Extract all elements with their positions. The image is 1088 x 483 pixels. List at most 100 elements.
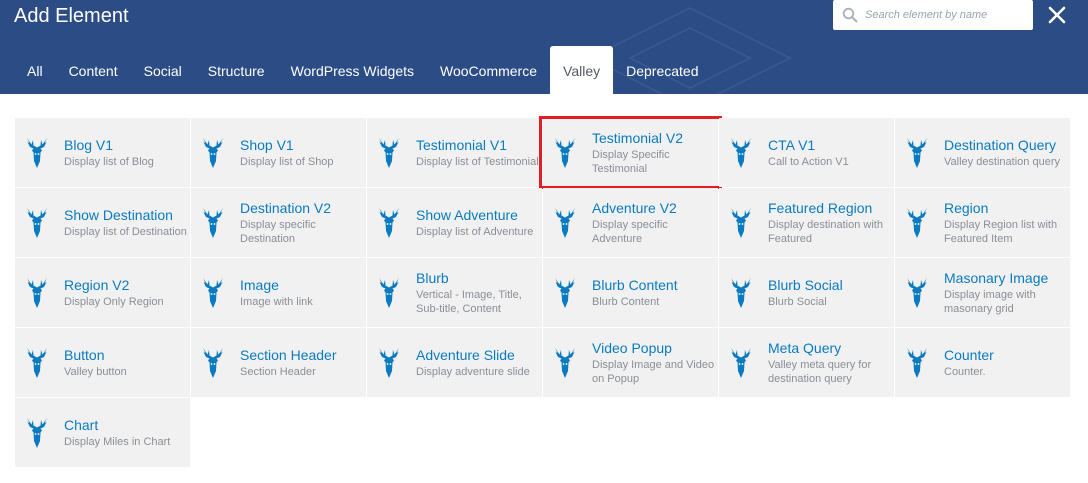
- element-name: Destination V2: [240, 199, 332, 216]
- element-card-text: Shop V1 Display list of Shop: [240, 137, 334, 169]
- deer-head-icon: [379, 277, 399, 308]
- element-card-blurb[interactable]: Blurb Vertical - Image, Title, Sub-title…: [367, 258, 542, 327]
- element-card-cta-v1[interactable]: CTA V1 Call to Action V1: [719, 118, 894, 187]
- element-card-adventure-slide[interactable]: Adventure Slide Display adventure slide: [367, 328, 542, 397]
- element-card-text: Destination Query Valley destination que…: [944, 137, 1060, 169]
- element-name: Section Header: [240, 346, 337, 363]
- deer-head-icon: [203, 137, 223, 168]
- element-card-text: Blog V1 Display list of Blog: [64, 137, 154, 169]
- element-card-testimonial-v2[interactable]: Testimonial V2 Display Specific Testimon…: [539, 116, 722, 189]
- deer-head-icon: [27, 277, 47, 308]
- element-description: Display image with masonary grid: [944, 288, 1036, 315]
- deer-head-icon: [555, 347, 575, 378]
- element-name: Video Popup: [592, 339, 672, 356]
- tab-structure[interactable]: Structure: [195, 46, 278, 94]
- tab-wordpress-widgets[interactable]: WordPress Widgets: [278, 46, 427, 94]
- element-description: Display specific Adventure: [592, 218, 668, 245]
- element-description: Display Image and Video on Popup: [592, 358, 715, 385]
- deer-head-icon: [203, 347, 223, 378]
- element-card-text: Blurb Content Blurb Content: [592, 277, 678, 309]
- element-card-counter[interactable]: Counter Counter.: [895, 328, 1070, 397]
- tab-woocommerce[interactable]: WooCommerce: [427, 46, 550, 94]
- close-icon: [1048, 6, 1066, 24]
- element-card-chart[interactable]: Chart Display Miles in Chart: [15, 398, 190, 467]
- element-card-text: CTA V1 Call to Action V1: [768, 137, 849, 169]
- search-box[interactable]: [833, 0, 1033, 30]
- element-description: Valley destination query: [944, 155, 1060, 168]
- element-card-video-popup[interactable]: Video Popup Display Image and Video on P…: [543, 328, 718, 397]
- deer-head-icon: [379, 347, 399, 378]
- element-card-button[interactable]: Button Valley button: [15, 328, 190, 397]
- element-card-text: Meta Query Valley meta query for destina…: [768, 340, 894, 386]
- element-description: Display Miles in Chart: [64, 435, 171, 448]
- close-button[interactable]: [1046, 4, 1068, 26]
- deer-head-icon: [731, 277, 751, 308]
- element-card-text: Image Image with link: [240, 277, 313, 309]
- deer-head-icon: [27, 207, 47, 238]
- element-card-text: Region Display Region list with Featured…: [944, 200, 1070, 246]
- element-card-destination-query[interactable]: Destination Query Valley destination que…: [895, 118, 1070, 187]
- deer-head-icon: [731, 207, 751, 238]
- element-description: Display specific Destination: [240, 218, 316, 245]
- element-name: Blurb Content: [592, 276, 678, 293]
- deer-head-icon: [731, 137, 751, 168]
- element-card-region[interactable]: Region Display Region list with Featured…: [895, 188, 1070, 257]
- element-card-image[interactable]: Image Image with link: [191, 258, 366, 327]
- element-card-featured-region[interactable]: Featured Region Display destination with…: [719, 188, 894, 257]
- element-name: Adventure V2: [592, 199, 677, 216]
- deer-head-icon: [907, 347, 927, 378]
- tab-deprecated[interactable]: Deprecated: [613, 46, 711, 94]
- element-description: Display Region list with Featured Item: [944, 218, 1058, 245]
- element-card-blurb-content[interactable]: Blurb Content Blurb Content: [543, 258, 718, 327]
- tab-social[interactable]: Social: [131, 46, 195, 94]
- element-name: Region V2: [64, 276, 130, 293]
- element-name: Button: [64, 346, 105, 363]
- element-card-text: Button Valley button: [64, 347, 127, 379]
- element-card-testimonial-v1[interactable]: Testimonial V1 Display list of Testimoni…: [367, 118, 542, 187]
- deer-head-icon: [379, 137, 399, 168]
- search-input[interactable]: [865, 9, 1025, 21]
- deer-head-icon: [203, 207, 223, 238]
- element-card-blog-v1[interactable]: Blog V1 Display list of Blog: [15, 118, 190, 187]
- element-card-masonary-image[interactable]: Masonary Image Display image with masona…: [895, 258, 1070, 327]
- element-card-text: Show Destination Display list of Destina…: [64, 207, 187, 239]
- element-card-text: Chart Display Miles in Chart: [64, 417, 170, 449]
- element-card-section-header[interactable]: Section Header Section Header: [191, 328, 366, 397]
- element-card-text: Section Header Section Header: [240, 347, 337, 379]
- element-name: Adventure Slide: [416, 346, 515, 363]
- element-card-show-adventure[interactable]: Show Adventure Display list of Adventure: [367, 188, 542, 257]
- dialog-header: Add Element All Content Social Structure…: [0, 0, 1088, 94]
- element-card-text: Counter Counter.: [944, 347, 994, 379]
- element-card-shop-v1[interactable]: Shop V1 Display list of Shop: [191, 118, 366, 187]
- tab-valley[interactable]: Valley: [550, 46, 614, 94]
- category-tabs: All Content Social Structure WordPress W…: [14, 46, 712, 94]
- deer-head-icon: [27, 347, 47, 378]
- element-card-text: Destination V2 Display specific Destinat…: [240, 200, 366, 246]
- element-description: Blurb Social: [768, 295, 827, 308]
- element-description: Valley meta query for destination query: [768, 358, 872, 385]
- element-description: Display adventure slide: [416, 365, 530, 378]
- element-name: Testimonial V1: [416, 136, 508, 153]
- element-card-text: Blurb Social Blurb Social: [768, 277, 843, 309]
- element-card-text: Testimonial V2 Display Specific Testimon…: [592, 130, 718, 176]
- element-card-text: Featured Region Display destination with…: [768, 200, 894, 246]
- element-description: Call to Action V1: [768, 155, 849, 168]
- deer-head-icon: [555, 277, 575, 308]
- element-card-show-destination[interactable]: Show Destination Display list of Destina…: [15, 188, 190, 257]
- element-description: Valley button: [64, 365, 127, 378]
- element-card-meta-query[interactable]: Meta Query Valley meta query for destina…: [719, 328, 894, 397]
- element-name: Blurb: [416, 269, 449, 286]
- deer-head-icon: [379, 207, 399, 238]
- element-description: Counter.: [944, 365, 986, 378]
- element-card-blurb-social[interactable]: Blurb Social Blurb Social: [719, 258, 894, 327]
- element-card-region-v2[interactable]: Region V2 Display Only Region: [15, 258, 190, 327]
- tab-all[interactable]: All: [14, 46, 56, 94]
- element-name: Chart: [64, 416, 99, 433]
- tab-content[interactable]: Content: [56, 46, 131, 94]
- element-description: Display list of Destination: [64, 225, 187, 238]
- element-name: Shop V1: [240, 136, 294, 153]
- element-card-destination-v2[interactable]: Destination V2 Display specific Destinat…: [191, 188, 366, 257]
- element-grid: Blog V1 Display list of Blog Shop V1 Dis…: [15, 116, 1071, 467]
- element-card-adventure-v2[interactable]: Adventure V2 Display specific Adventure: [543, 188, 718, 257]
- element-name: Counter: [944, 346, 994, 363]
